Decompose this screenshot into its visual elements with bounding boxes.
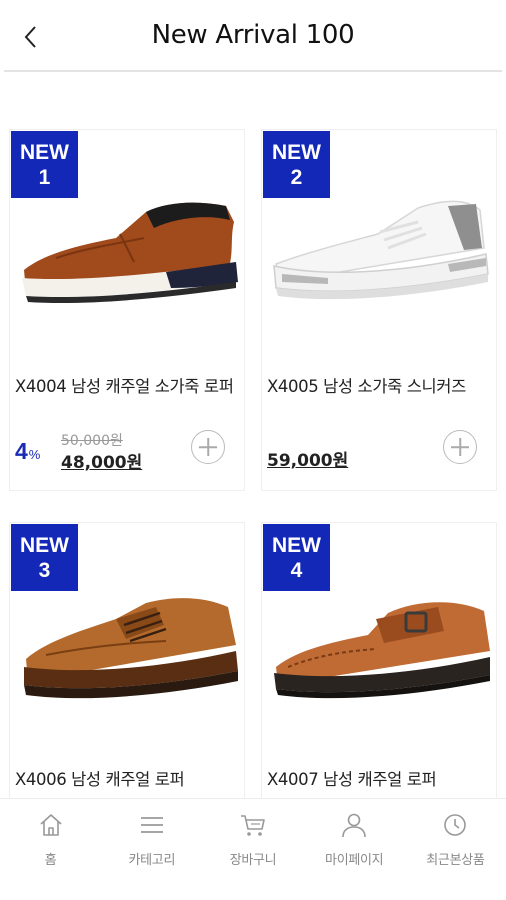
badge-label: NEW xyxy=(272,534,321,557)
menu-icon xyxy=(140,817,163,833)
discount-unit: % xyxy=(28,447,41,462)
product-name[interactable]: X4006 남성 캐주얼 로퍼 xyxy=(15,769,239,791)
new-badge: NEW 2 xyxy=(263,131,330,198)
home-icon xyxy=(40,814,62,836)
tab-cart[interactable]: 장바구니 xyxy=(202,799,303,900)
tan-lace-up-shoe-image xyxy=(24,598,238,699)
product-image[interactable] xyxy=(16,192,240,322)
product-name[interactable]: X4004 남성 캐주얼 소가죽 로퍼 xyxy=(15,376,239,398)
clock-icon xyxy=(444,814,467,836)
add-to-cart-button[interactable] xyxy=(191,430,225,464)
bottom-tab-bar: 홈 카테고리 장바구니 마이페이지 최근본상품 xyxy=(0,798,506,900)
original-price: 50,000원 xyxy=(61,433,123,449)
badge-label: NEW xyxy=(20,534,69,557)
product-card[interactable]: NEW 3 X4006 남성 캐주얼 로퍼 xyxy=(9,522,245,798)
page-title: New Arrival 100 xyxy=(151,20,355,50)
product-name[interactable]: X4007 남성 캐주얼 로퍼 xyxy=(267,769,491,791)
product-name[interactable]: X4005 남성 소가죽 스니커즈 xyxy=(267,376,491,398)
sale-price: 48,000원 xyxy=(61,453,143,473)
tab-home[interactable]: 홈 xyxy=(0,799,101,900)
discount-value: 4 xyxy=(15,438,28,464)
add-to-cart-button[interactable] xyxy=(443,430,477,464)
badge-label: NEW xyxy=(20,141,69,164)
badge-label: NEW xyxy=(272,141,321,164)
product-card[interactable]: NEW 1 X4004 남성 캐주얼 소가죽 로퍼 4% 50,000원 48,… xyxy=(9,129,245,491)
tab-label: 최근본상품 xyxy=(426,853,485,868)
new-badge: NEW 1 xyxy=(11,131,78,198)
price-area: 4% 50,000원 48,000원 xyxy=(15,426,239,473)
product-card[interactable]: NEW 2 X4005 남성 소가죽 스니커즈 59,000원 xyxy=(261,129,497,491)
tab-category[interactable]: 카테고리 xyxy=(101,799,202,900)
new-badge: NEW 3 xyxy=(11,524,78,591)
tab-mypage[interactable]: 마이페이지 xyxy=(304,799,405,900)
price-area: 59,000원 xyxy=(267,426,491,471)
tab-label: 마이페이지 xyxy=(325,853,384,868)
tab-label: 장바구니 xyxy=(229,853,277,868)
product-image[interactable] xyxy=(268,585,492,715)
tab-label: 카테고리 xyxy=(128,853,176,868)
badge-rank: 1 xyxy=(38,166,51,189)
brown-strap-moccasin-image xyxy=(274,602,490,699)
new-badge: NEW 4 xyxy=(263,524,330,591)
brown-leather-loafer-image xyxy=(22,202,238,304)
product-image[interactable] xyxy=(268,192,492,322)
sale-price: 59,000원 xyxy=(267,451,349,471)
badge-rank: 4 xyxy=(290,559,303,582)
user-icon xyxy=(342,813,367,838)
product-grid: NEW 1 X4004 남성 캐주얼 소가죽 로퍼 4% 50,000원 48,… xyxy=(0,72,506,798)
product-card[interactable]: NEW 4 X4007 남성 캐주얼 로퍼 xyxy=(261,522,497,798)
tab-recent[interactable]: 최근본상품 xyxy=(405,799,506,900)
badge-rank: 2 xyxy=(290,166,303,189)
discount-rate: 4% xyxy=(15,438,40,465)
app-header: New Arrival 100 xyxy=(0,0,506,72)
badge-rank: 3 xyxy=(38,559,51,582)
product-image[interactable] xyxy=(16,585,240,715)
white-leather-sneaker-image xyxy=(273,200,489,300)
cart-icon xyxy=(241,815,265,836)
tab-label: 홈 xyxy=(44,853,57,868)
